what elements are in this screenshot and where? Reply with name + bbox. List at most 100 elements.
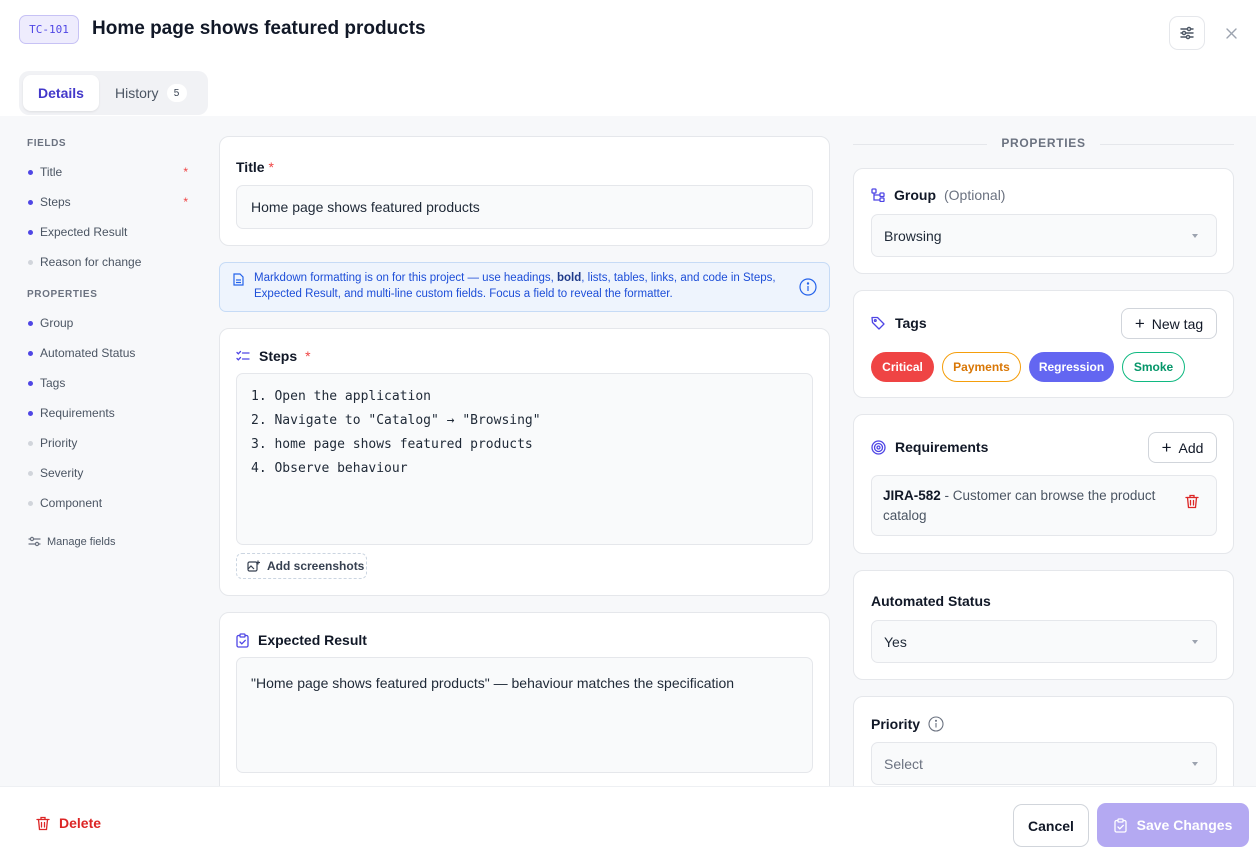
caret-down-icon <box>1192 639 1198 644</box>
tab-bar: Details History 5 <box>19 71 208 115</box>
step-line: 2. Navigate to "Catalog" → "Browsing" <box>251 413 541 428</box>
requirements-label: Requirements <box>871 439 988 455</box>
expected-result-textarea[interactable]: "Home page shows featured products" — be… <box>236 657 813 773</box>
step-line: 3. home page shows featured products <box>251 437 533 452</box>
markdown-info-banner: Markdown formatting is on for this proje… <box>219 262 830 312</box>
trash-icon[interactable] <box>1185 494 1199 509</box>
tab-details-label: Details <box>38 85 84 101</box>
automated-status-value: Yes <box>884 633 907 650</box>
sidebar-item-label: Severity <box>40 466 84 480</box>
sliders-icon <box>1180 26 1194 40</box>
banner-text: Markdown formatting is on for this proje… <box>254 272 557 284</box>
banner-bold-text: bold <box>556 272 582 284</box>
trash-icon <box>36 816 50 830</box>
status-dot <box>28 169 33 175</box>
sidebar-item-label: Requirements <box>40 406 115 420</box>
sidebar-item-label: Title <box>40 165 63 179</box>
group-select[interactable]: Browsing <box>871 214 1217 257</box>
clipboard-check-icon <box>236 632 249 648</box>
checklist-icon <box>236 350 250 361</box>
requirement-item[interactable]: JIRA-582 - Customer can browse the produ… <box>871 475 1217 536</box>
automated-status-card: Automated Status Yes <box>853 570 1234 680</box>
group-label: Group (Optional) <box>871 187 1005 203</box>
step-line: 1. Open the application <box>251 389 432 404</box>
sidebar-item-title[interactable]: Title * <box>28 165 188 179</box>
sidebar-item-label: Steps <box>40 195 71 209</box>
delete-label: Delete <box>59 815 102 831</box>
tag-critical[interactable]: Critical <box>871 352 934 382</box>
status-dot <box>28 440 33 446</box>
sidebar-item-group[interactable]: Group <box>28 316 188 330</box>
sidebar-item-requirements[interactable]: Requirements <box>28 406 188 420</box>
sidebar-item-component[interactable]: Component <box>28 496 188 510</box>
sidebar-item-label: Automated Status <box>40 346 136 360</box>
dialog-body: FIELDS Title * Steps * Expected Result Rea… <box>0 116 1256 786</box>
status-dot <box>28 229 33 235</box>
status-dot <box>28 410 33 416</box>
title-input[interactable]: Home page shows featured products <box>236 185 813 229</box>
history-count-badge: 5 <box>166 84 187 102</box>
status-dot <box>28 259 33 265</box>
steps-card: Steps * 1. Open the application 2. Naviga… <box>219 328 830 596</box>
tags-card: Tags + New tag Critical Payments Regressi… <box>853 290 1234 398</box>
steps-textarea[interactable]: 1. Open the application 2. Navigate to "… <box>236 373 813 545</box>
automated-status-select[interactable]: Yes <box>871 620 1217 663</box>
tags-label: Tags <box>871 315 927 331</box>
status-dot <box>28 199 33 205</box>
priority-select[interactable]: Select <box>871 742 1217 785</box>
expected-result-label: Expected Result <box>236 632 367 648</box>
sidebar-item-label: Tags <box>40 376 66 390</box>
add-screenshots-button[interactable]: Add screenshots <box>236 553 367 579</box>
add-screenshots-label: Add screenshots <box>267 559 365 573</box>
priority-select-placeholder: Select <box>884 755 923 772</box>
status-dot <box>28 470 33 476</box>
plus-icon: + <box>1134 313 1145 333</box>
page-title: Home page shows featured products <box>92 18 426 39</box>
sidebar-item-label: Expected Result <box>40 225 128 239</box>
requirements-card: Requirements + Add JIRA-582 - Customer ca… <box>853 414 1234 554</box>
test-case-id-badge: TC-101 <box>19 15 79 44</box>
group-select-value: Browsing <box>884 227 942 244</box>
required-indicator: * <box>183 195 188 209</box>
close-button[interactable] <box>1220 22 1242 44</box>
dialog-footer: Delete Cancel Save Changes <box>0 786 1256 856</box>
dialog-header: TC-101 Home page shows featured products… <box>0 0 1256 116</box>
sidebar-item-automated-status[interactable]: Automated Status <box>28 346 188 360</box>
sliders-icon <box>28 536 41 547</box>
save-button[interactable]: Save Changes <box>1097 803 1249 847</box>
status-dot <box>28 350 33 356</box>
sidebar-item-steps[interactable]: Steps * <box>28 195 188 209</box>
optional-hint: (Optional) <box>944 187 1006 203</box>
status-dot <box>28 380 33 386</box>
tag-regression[interactable]: Regression <box>1029 352 1114 382</box>
add-requirement-button[interactable]: + Add <box>1148 432 1217 463</box>
sidebar-item-expected-result[interactable]: Expected Result <box>28 225 188 239</box>
properties-heading: PROPERTIES <box>27 289 98 300</box>
info-icon[interactable] <box>928 716 944 732</box>
title-label: Title * <box>236 159 274 175</box>
info-icon[interactable] <box>799 278 817 296</box>
tab-details[interactable]: Details <box>23 75 99 111</box>
settings-button[interactable] <box>1169 16 1205 50</box>
priority-label: Priority <box>871 716 944 732</box>
manage-fields-button[interactable]: Manage fields <box>28 535 116 548</box>
tag-smoke[interactable]: Smoke <box>1122 352 1185 382</box>
properties-panel-heading: PROPERTIES <box>853 136 1234 150</box>
new-tag-button[interactable]: + New tag <box>1121 308 1217 339</box>
sidebar-item-label: Reason for change <box>40 255 142 269</box>
sidebar-item-reason-for-change[interactable]: Reason for change <box>28 255 188 269</box>
new-tag-label: New tag <box>1151 315 1204 332</box>
cancel-button[interactable]: Cancel <box>1013 804 1089 847</box>
document-icon <box>233 273 244 286</box>
delete-button[interactable]: Delete <box>36 815 101 831</box>
requirement-id: JIRA-582 <box>883 488 941 503</box>
tag-payments[interactable]: Payments <box>942 352 1021 382</box>
manage-fields-label: Manage fields <box>47 535 116 548</box>
caret-down-icon <box>1192 761 1198 766</box>
sidebar-item-priority[interactable]: Priority <box>28 436 188 450</box>
caret-down-icon <box>1192 233 1198 238</box>
sidebar-item-tags[interactable]: Tags <box>28 376 188 390</box>
sidebar-item-label: Component <box>40 496 103 510</box>
sidebar-item-severity[interactable]: Severity <box>28 466 188 480</box>
tab-history[interactable]: History 5 <box>99 75 187 111</box>
